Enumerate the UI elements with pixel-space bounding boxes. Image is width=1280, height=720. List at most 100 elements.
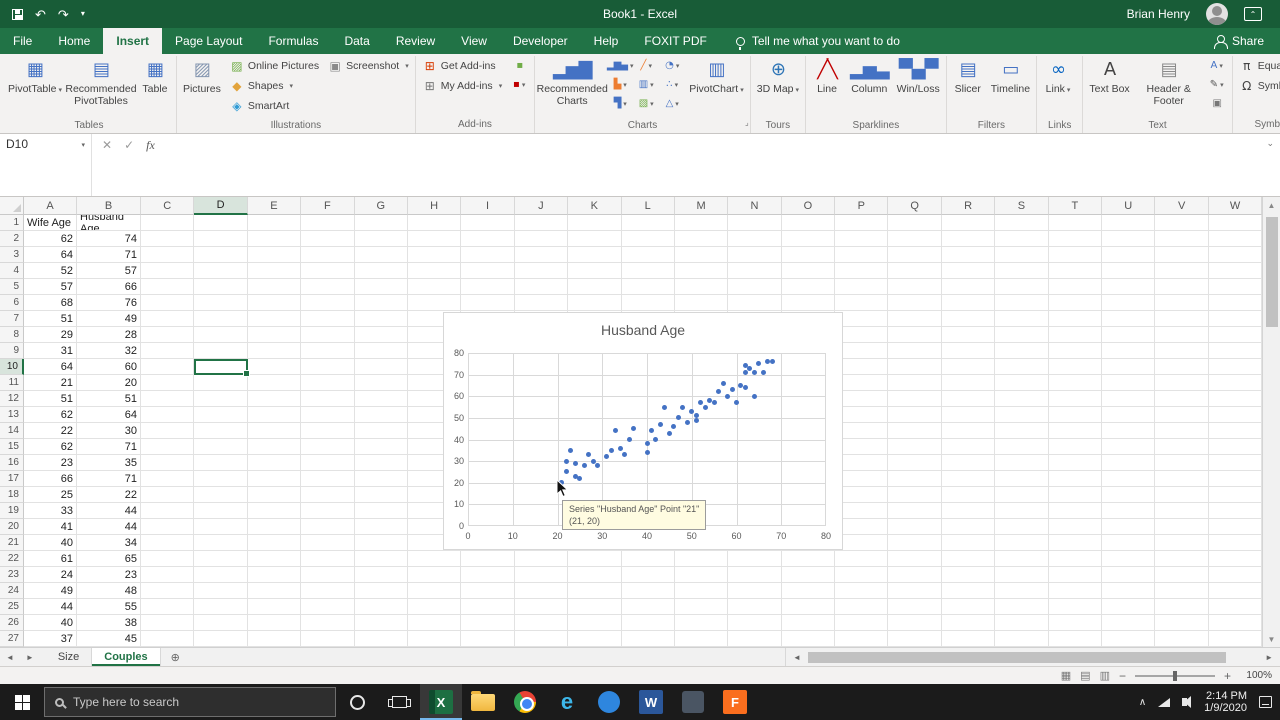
cell-D23[interactable] [194,567,248,583]
cell-C13[interactable] [141,407,195,423]
cell-M6[interactable] [674,295,729,311]
cell-E27[interactable] [247,631,302,647]
cell-P23[interactable] [835,567,889,583]
column-header-c[interactable]: C [141,197,195,215]
cell-W10[interactable] [1208,359,1262,375]
cell-V26[interactable] [1155,615,1209,631]
cell-P15[interactable] [835,439,889,455]
cell-K6[interactable] [568,295,622,311]
cell-V12[interactable] [1155,391,1209,407]
cell-G4[interactable] [354,263,408,279]
column-header-f[interactable]: F [301,197,355,215]
cell-V21[interactable] [1155,535,1209,551]
cell-R12[interactable] [941,391,996,407]
cell-S14[interactable] [995,423,1049,439]
column-header-i[interactable]: I [461,197,515,215]
cell-A15[interactable]: 62 [24,439,77,455]
cell-R18[interactable] [941,487,996,503]
cell-K1[interactable] [568,215,622,231]
cell-J5[interactable] [514,279,569,295]
cell-H24[interactable] [407,583,462,599]
cell-Q13[interactable] [888,407,942,423]
ribbon-tab-developer[interactable]: Developer [500,28,581,54]
cell-F14[interactable] [301,423,355,439]
cell-G27[interactable] [354,631,408,647]
cell-G11[interactable] [354,375,408,391]
ribbon-button-chart-line-icon[interactable]: ╱ ▾ [634,56,658,75]
cell-D7[interactable] [194,311,248,327]
cell-G16[interactable] [354,455,408,471]
cell-C8[interactable] [141,327,195,343]
cell-F13[interactable] [301,407,355,423]
cell-F8[interactable] [301,327,355,343]
cell-J27[interactable] [514,631,569,647]
cell-M22[interactable] [674,551,729,567]
cell-O2[interactable] [781,231,836,247]
cell-V3[interactable] [1155,247,1209,263]
cell-A4[interactable]: 52 [24,263,77,279]
cell-D4[interactable] [194,263,248,279]
cell-C18[interactable] [141,487,195,503]
cell-K25[interactable] [568,599,622,615]
cell-A2[interactable]: 62 [24,231,77,247]
cell-B8[interactable]: 28 [77,327,141,343]
cell-H1[interactable] [407,215,462,231]
cell-F26[interactable] [301,615,355,631]
cell-A6[interactable]: 68 [24,295,77,311]
cell-P25[interactable] [835,599,889,615]
cell-R24[interactable] [941,583,996,599]
cell-S15[interactable] [995,439,1049,455]
cell-F4[interactable] [301,263,355,279]
cell-B15[interactable]: 71 [77,439,141,455]
formula-input[interactable] [165,134,1280,196]
cell-L4[interactable] [621,263,675,279]
cell-L27[interactable] [621,631,675,647]
cell-U1[interactable] [1102,215,1156,231]
ribbon-button-chart-surface-icon[interactable]: △ ▾ [660,94,684,113]
cell-V9[interactable] [1155,343,1209,359]
cell-S23[interactable] [995,567,1049,583]
cell-T27[interactable] [1048,631,1103,647]
cell-A14[interactable]: 22 [24,423,77,439]
cell-E9[interactable] [247,343,302,359]
cell-R26[interactable] [941,615,996,631]
cell-A26[interactable]: 40 [24,615,77,631]
cell-U2[interactable] [1102,231,1156,247]
cell-M4[interactable] [674,263,729,279]
ribbon-button-chart-statistic-icon[interactable]: ▥ ▾ [634,75,658,94]
column-header-u[interactable]: U [1102,197,1156,215]
cell-T21[interactable] [1048,535,1103,551]
cell-P26[interactable] [835,615,889,631]
row-header-15[interactable]: 15 [0,439,24,455]
cell-B12[interactable]: 51 [77,391,141,407]
cell-N23[interactable] [728,567,782,583]
cell-B10[interactable]: 60 [77,359,141,375]
normal-view-button[interactable]: ▦ [1061,669,1071,682]
row-header-25[interactable]: 25 [0,599,24,615]
cell-H26[interactable] [407,615,462,631]
row-header-14[interactable]: 14 [0,423,24,439]
cell-R3[interactable] [941,247,996,263]
ribbon-button-shapes[interactable]: ◆ Shapes ▾ [226,76,322,96]
horizontal-scroll-track[interactable] [805,651,1261,663]
cell-W13[interactable] [1208,407,1262,423]
cell-S6[interactable] [995,295,1049,311]
ribbon-button-chart-pie-icon[interactable]: ◔ ▾ [660,56,684,75]
cell-I6[interactable] [461,295,515,311]
cell-S17[interactable] [995,471,1049,487]
cell-T4[interactable] [1048,263,1103,279]
cell-P27[interactable] [835,631,889,647]
cell-F2[interactable] [301,231,355,247]
cell-C11[interactable] [141,375,195,391]
cell-J22[interactable] [514,551,569,567]
cell-W21[interactable] [1208,535,1262,551]
ribbon-tab-foxit-pdf[interactable]: FOXIT PDF [631,28,719,54]
cell-P3[interactable] [835,247,889,263]
cell-E3[interactable] [247,247,302,263]
cell-A19[interactable]: 33 [24,503,77,519]
cell-T10[interactable] [1048,359,1103,375]
cell-A17[interactable]: 66 [24,471,77,487]
cell-R19[interactable] [941,503,996,519]
column-header-w[interactable]: W [1208,197,1262,215]
cell-W15[interactable] [1208,439,1262,455]
